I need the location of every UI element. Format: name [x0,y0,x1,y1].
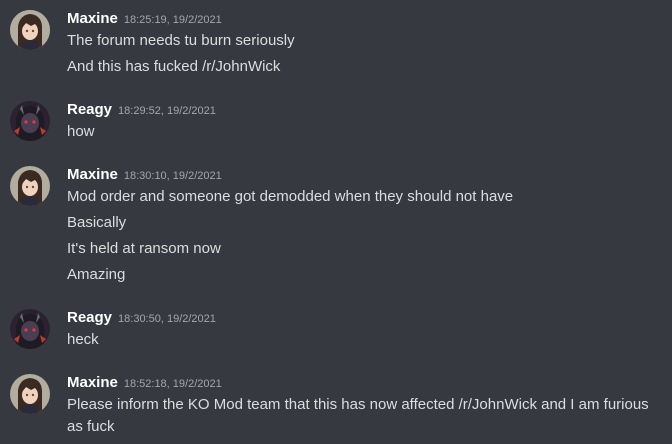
timestamp: 18:52:18, 19/2/2021 [123,378,222,390]
message-header: Reagy 18:30:50, 19/2/2021 [67,307,216,329]
message-header: Maxine 18:25:19, 19/2/2021 [67,8,222,30]
message-body: how [67,119,667,145]
message-text: Amazing [67,266,126,283]
username[interactable]: Reagy [67,309,112,326]
maxine-avatar-icon [10,10,50,50]
message-text: heck [67,331,99,348]
maxine-avatar-icon [10,374,50,414]
message-text: And this has fucked /r/JohnWick [67,58,281,75]
user-avatar[interactable] [10,374,50,414]
user-avatar[interactable] [10,10,50,50]
message-text: It's held at ransom now [67,240,221,257]
message-text: how [67,123,95,140]
message-header: Maxine 18:30:10, 19/2/2021 [67,164,222,186]
message-header: Maxine 18:52:18, 19/2/2021 [67,372,222,394]
message-header: Reagy 18:29:52, 19/2/2021 [67,99,216,121]
username[interactable]: Maxine [67,166,118,183]
reagy-avatar-icon [10,309,50,349]
message-text: Mod order and someone got demodded when … [67,188,514,205]
reagy-avatar-icon [10,101,50,141]
message-body: The forum needs tu burn seriously And th… [67,28,667,80]
message-text: Please inform the KO Mod team that this … [67,396,649,435]
message-text: Basically [67,214,127,231]
maxine-avatar-icon [10,166,50,206]
user-avatar[interactable] [10,101,50,141]
message-text: The forum needs tu burn seriously [67,32,295,49]
user-avatar[interactable] [10,166,50,206]
timestamp: 18:29:52, 19/2/2021 [118,105,216,117]
username[interactable]: Maxine [67,10,118,27]
timestamp: 18:25:19, 19/2/2021 [123,14,222,26]
message-body: Please inform the KO Mod team that this … [67,392,667,438]
message-body: heck [67,327,667,353]
timestamp: 18:30:10, 19/2/2021 [123,170,222,182]
username[interactable]: Reagy [67,101,112,118]
message-body: Mod order and someone got demodded when … [67,184,667,288]
timestamp: 18:30:50, 19/2/2021 [118,313,216,325]
chat-log: Maxine 18:25:19, 19/2/2021 The forum need… [0,0,672,444]
user-avatar[interactable] [10,309,50,349]
username[interactable]: Maxine [67,374,118,391]
